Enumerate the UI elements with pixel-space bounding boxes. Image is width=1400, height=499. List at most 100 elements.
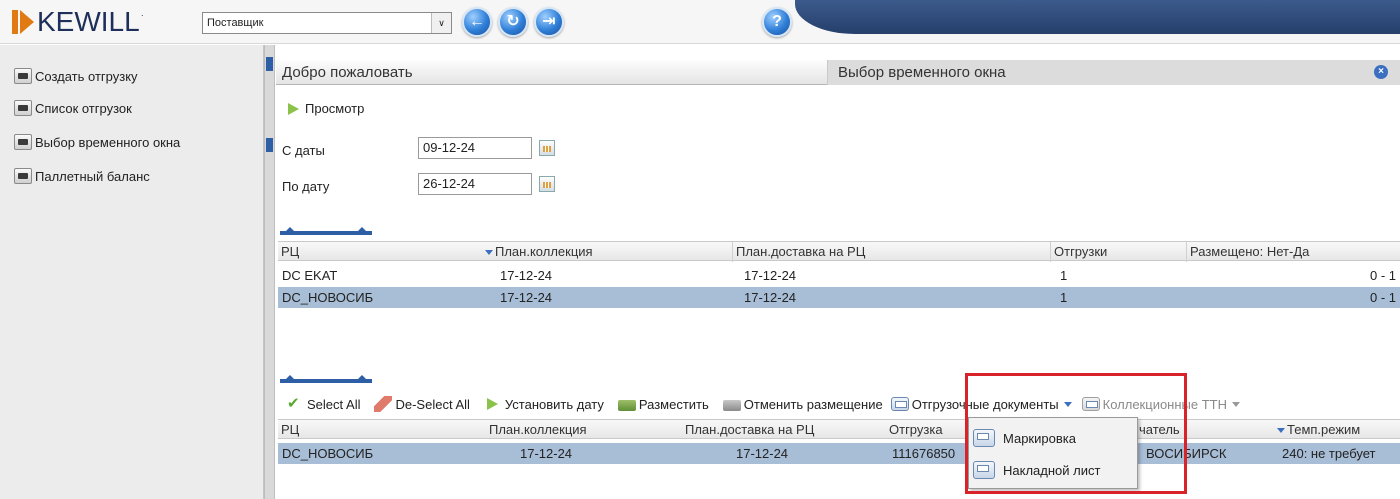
cell-rc: DC_НОВОСИБ	[282, 446, 374, 461]
cell-plan-collection: 17-12-24	[500, 290, 553, 305]
shipping-documents-label: Отгрузочные документы	[911, 396, 1059, 412]
logo-trademark: ·	[140, 10, 144, 20]
logo-mark-arrow	[20, 10, 34, 34]
top-bar: KEWILL · Поставщик ∨ ← ↻ ⇥ ?	[0, 0, 1400, 44]
column-header-plan-collection[interactable]: План.коллекция	[482, 242, 732, 262]
shipping-documents-menu: Маркировка Накладной лист	[968, 417, 1138, 489]
sidebar-item-pallet-balance[interactable]: Паллетный баланс	[14, 165, 150, 187]
printer-icon	[1081, 397, 1100, 411]
cell-plan-delivery: 17-12-24	[744, 268, 797, 283]
deselect-all-button[interactable]: De-Select All	[374, 396, 470, 412]
cell-placed: 0 - 1	[1369, 268, 1396, 283]
from-date-input[interactable]: 09-12-24	[418, 137, 532, 159]
chevron-down-icon[interactable]: ∨	[431, 13, 451, 33]
truck-cancel-icon	[722, 400, 741, 411]
check-icon	[286, 394, 304, 412]
sidebar-item-label: Паллетный баланс	[35, 168, 150, 184]
truck-icon	[14, 100, 32, 116]
sort-desc-icon	[1277, 428, 1285, 434]
column-header-recipient[interactable]: чатель	[1136, 420, 1276, 440]
sidebar-item-label: Выбор временного окна	[35, 134, 181, 150]
shipping-documents-button[interactable]: Отгрузочные документы	[890, 396, 1072, 412]
place-label: Разместить	[638, 396, 709, 412]
table-row[interactable]: DC_НОВОСИБ 17-12-24 17-12-24 111676850 В…	[278, 443, 1400, 464]
view-button-label: Просмотр	[305, 101, 365, 116]
collapse-handle[interactable]	[266, 57, 273, 71]
cell-placed: 0 - 1	[1369, 290, 1396, 305]
collection-ttn-button[interactable]: Коллекционные ТТН	[1081, 396, 1240, 412]
cancel-place-label: Отменить размещение	[743, 396, 883, 412]
cell-shipment: 111676850	[892, 446, 956, 461]
calendar-icon[interactable]	[539, 140, 555, 156]
printer-icon	[973, 429, 995, 447]
close-icon[interactable]: ×	[1374, 65, 1388, 79]
supplier-select[interactable]: Поставщик ∨	[202, 12, 452, 34]
collapse-handle[interactable]	[266, 138, 273, 152]
grid2-toolbar: Select All De-Select All Установить дату…	[286, 393, 1254, 415]
column-header-rc[interactable]: РЦ	[278, 420, 486, 440]
column-header-rc[interactable]: РЦ	[278, 242, 482, 262]
calendar-icon[interactable]	[539, 176, 555, 192]
cell-shipments: 1	[1060, 290, 1068, 305]
sidebar-splitter[interactable]	[264, 45, 275, 499]
grid-resize-handle[interactable]	[280, 227, 372, 235]
grid1-header: РЦ План.коллекция План.доставка на РЦ От…	[278, 241, 1400, 262]
column-header-plan-delivery[interactable]: План.доставка на РЦ	[682, 420, 886, 440]
sort-desc-icon	[485, 250, 493, 256]
logo-mark-bar	[12, 10, 18, 34]
select-all-label: Select All	[307, 396, 361, 412]
back-button[interactable]: ←	[462, 7, 492, 37]
column-header-placed[interactable]: Размещено: Нет-Да	[1186, 242, 1400, 262]
sidebar-item-time-window[interactable]: Выбор временного окна	[14, 131, 180, 153]
column-header-plan-collection[interactable]: План.коллекция	[486, 420, 682, 440]
column-label: План.коллекция	[495, 244, 593, 259]
tab-bar: Добро пожаловать Выбор временного окна ×	[276, 60, 1400, 85]
menu-item-label: Маркировка	[1003, 430, 1076, 446]
truck-icon	[617, 400, 636, 411]
cell-recipient: ВОСИБИРСК	[1146, 446, 1227, 461]
chevron-down-icon	[1063, 401, 1072, 407]
truck-icon	[14, 68, 32, 84]
help-button[interactable]: ?	[762, 7, 792, 37]
exit-button[interactable]: ⇥	[534, 7, 564, 37]
menu-item-waybill[interactable]: Накладной лист	[973, 456, 1100, 484]
sidebar-item-shipment-list[interactable]: Список отгрузок	[14, 97, 132, 119]
deselect-all-label: De-Select All	[395, 396, 470, 412]
set-date-label: Установить дату	[504, 396, 604, 412]
sidebar-item-label: Список отгрузок	[35, 100, 132, 116]
tab-time-window[interactable]: Выбор временного окна ×	[828, 60, 1400, 85]
set-date-button[interactable]: Установить дату	[484, 396, 604, 412]
play-icon	[484, 396, 502, 412]
refresh-button[interactable]: ↻	[498, 7, 528, 37]
truck-icon	[14, 134, 32, 150]
table-row[interactable]: DC_НОВОСИБ 17-12-24 17-12-24 1 0 - 1	[278, 287, 1400, 308]
tab-welcome[interactable]: Добро пожаловать	[276, 60, 828, 85]
cell-rc: DC_НОВОСИБ	[282, 290, 374, 305]
eraser-icon	[374, 396, 393, 412]
header-decoration-band	[795, 0, 1400, 34]
kewill-logo: KEWILL ·	[12, 6, 144, 38]
menu-item-labeling[interactable]: Маркировка	[973, 424, 1076, 452]
from-date-label: С даты	[282, 143, 325, 158]
grid-resize-handle[interactable]	[280, 375, 372, 383]
to-date-label: По дату	[282, 179, 330, 194]
column-header-plan-delivery[interactable]: План.доставка на РЦ	[732, 242, 1050, 262]
table-row[interactable]: DC EKAT 17-12-24 17-12-24 1 0 - 1	[278, 265, 1400, 286]
place-button[interactable]: Разместить	[617, 396, 709, 412]
chevron-down-icon	[1232, 401, 1240, 407]
select-all-button[interactable]: Select All	[286, 394, 361, 412]
column-header-temp-mode[interactable]: Темп.режим	[1274, 420, 1400, 440]
view-button[interactable]: Просмотр	[288, 101, 364, 116]
sidebar-item-create-shipment[interactable]: Создать отгрузку	[14, 65, 138, 87]
to-date-input[interactable]: 26-12-24	[418, 173, 532, 195]
collection-ttn-label: Коллекционные ТТН	[1102, 396, 1227, 412]
main-panel: Добро пожаловать Выбор временного окна ×…	[276, 45, 1400, 499]
play-icon	[288, 102, 299, 115]
column-header-shipments[interactable]: Отгрузки	[1050, 242, 1186, 262]
truck-icon	[14, 168, 32, 184]
menu-item-label: Накладной лист	[1003, 462, 1101, 478]
cancel-place-button[interactable]: Отменить размещение	[722, 396, 883, 412]
sidebar: Создать отгрузку Список отгрузок Выбор в…	[0, 45, 264, 499]
printer-icon	[890, 397, 909, 411]
printer-icon	[973, 461, 995, 479]
